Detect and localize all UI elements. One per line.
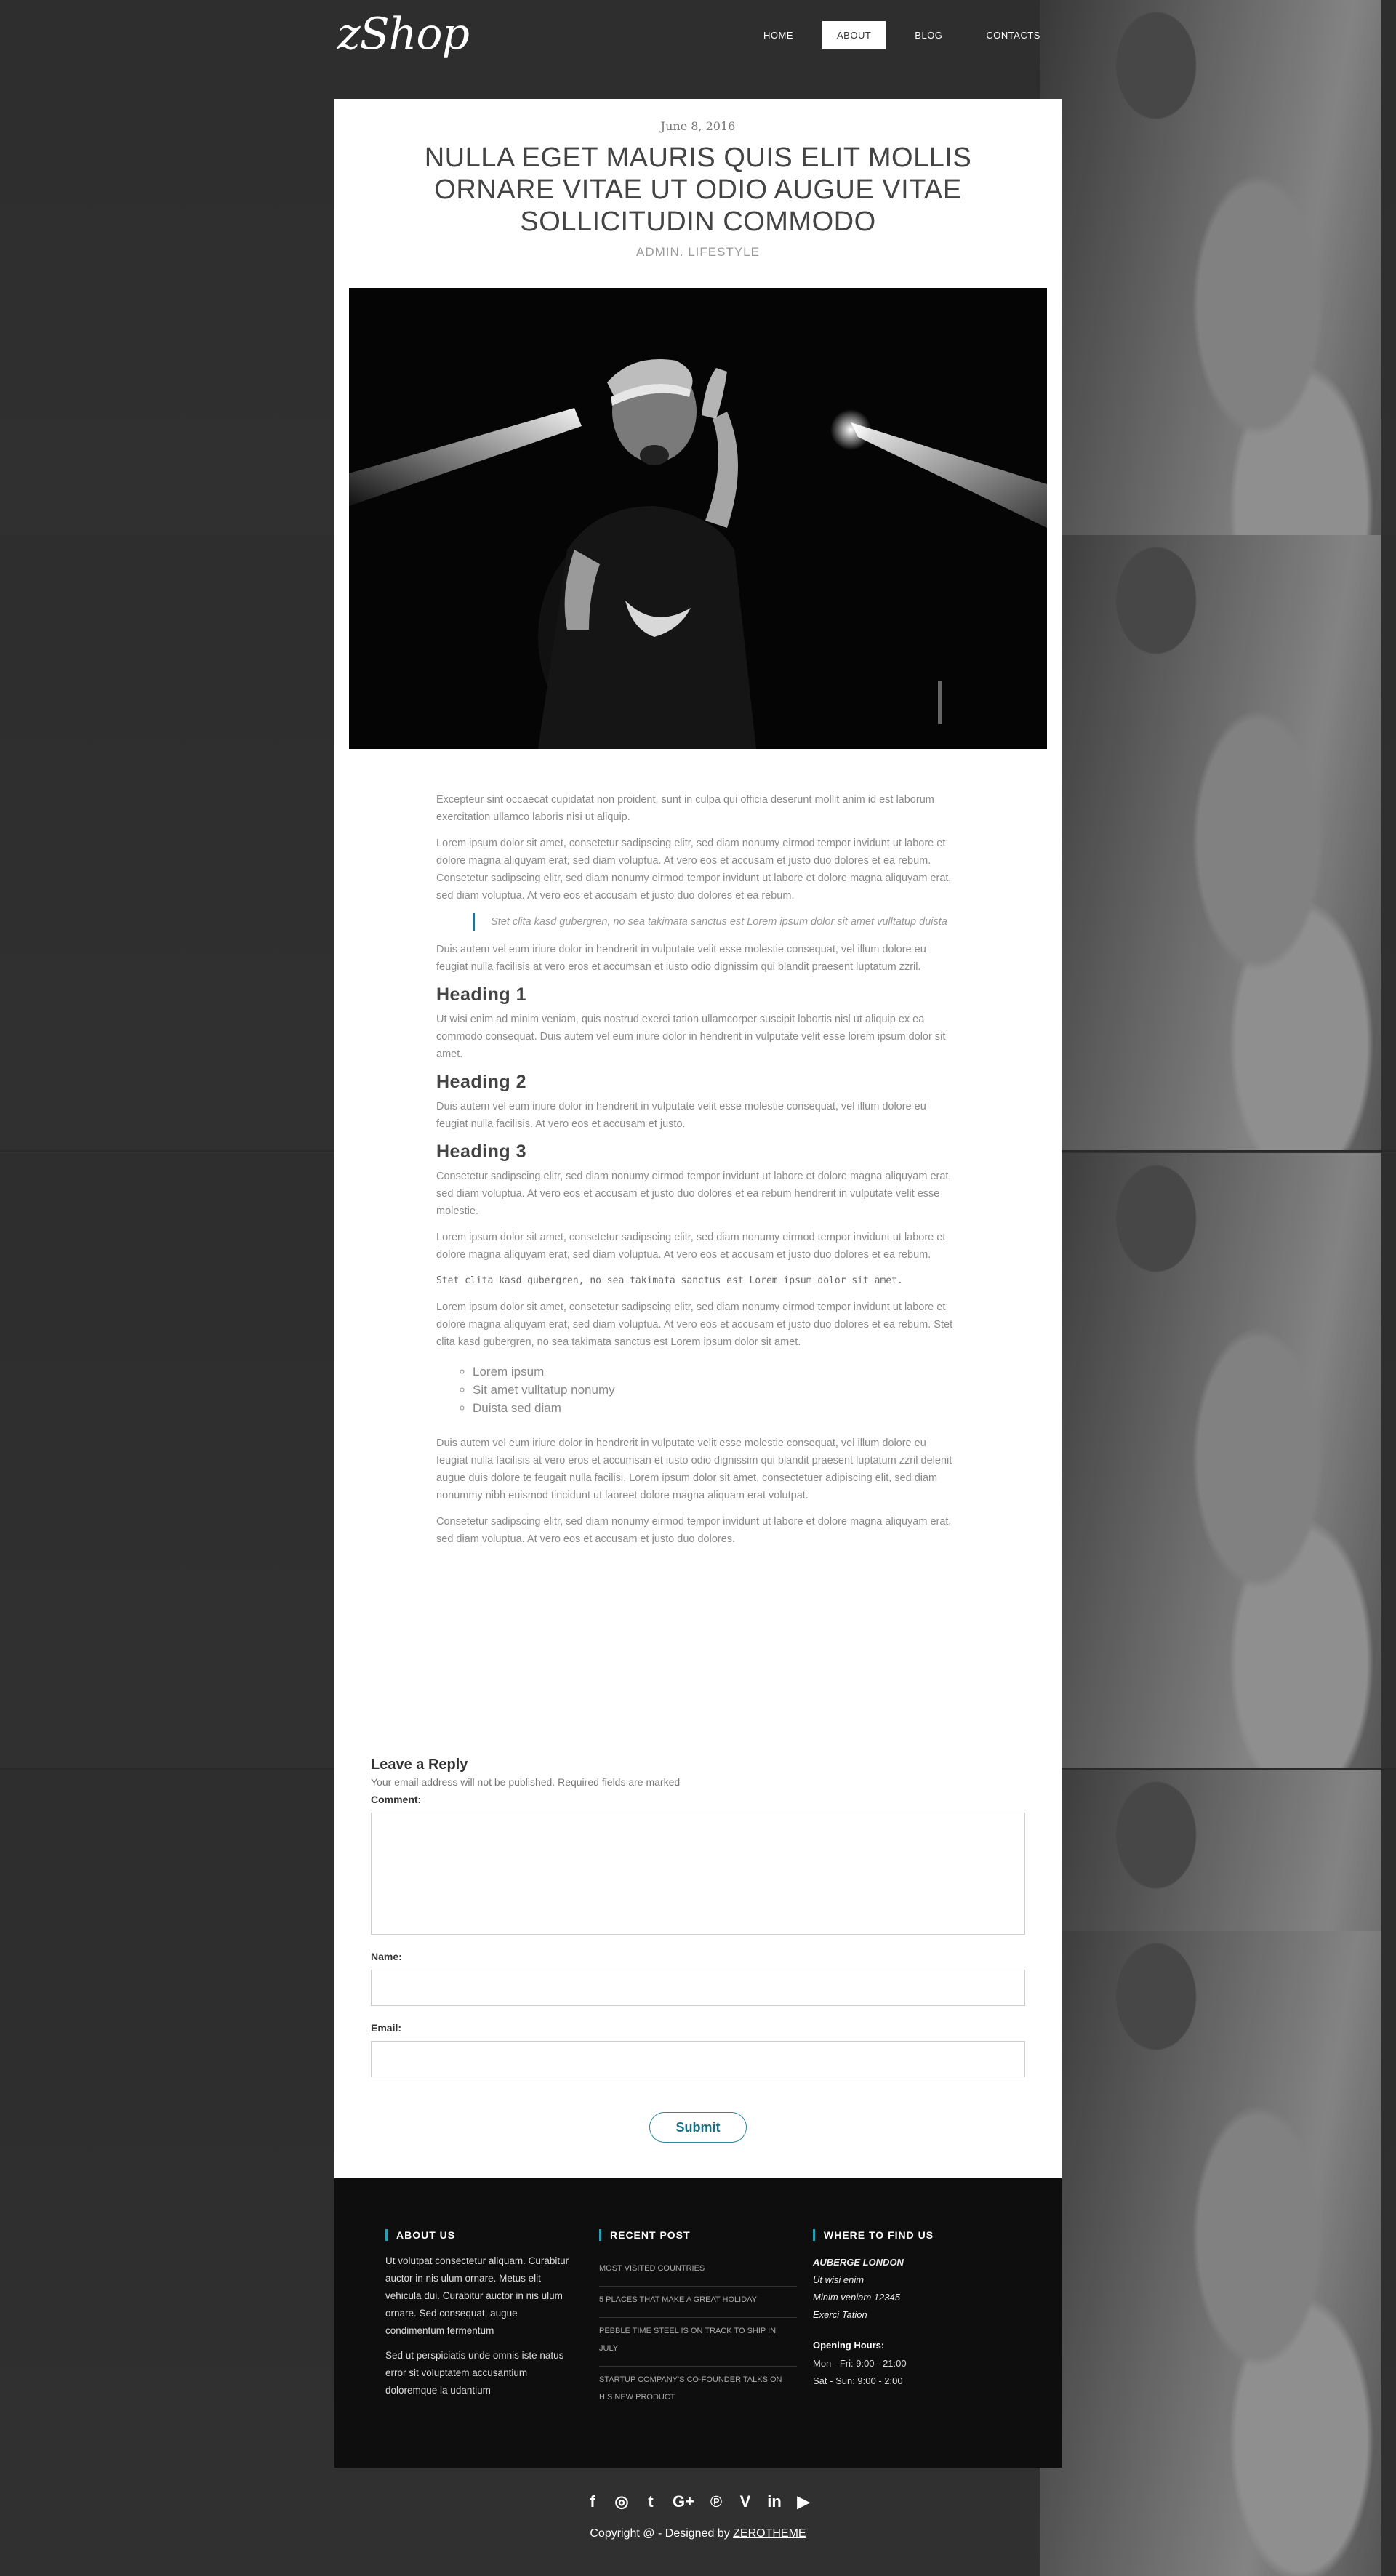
- footer-find-title: WHERE TO FIND US: [813, 2229, 1002, 2241]
- footer-about: ABOUT US Ut volutpat consectetur aliquam…: [385, 2229, 574, 2399]
- address-line: Exerci Tation: [813, 2309, 867, 2320]
- address-line: Ut wisi enim: [813, 2274, 865, 2285]
- name-label: Name:: [371, 1951, 402, 1962]
- list-item: Sit amet vulltatup nonumy: [473, 1381, 960, 1399]
- site-logo[interactable]: zShop: [337, 9, 470, 60]
- copyright: Copyright @ - Designed by ZEROTHEME: [0, 2527, 1396, 2540]
- recent-post-link[interactable]: MOST VISITED COUNTRIES: [599, 2255, 797, 2287]
- instagram-icon[interactable]: ◎: [613, 2492, 630, 2511]
- paragraph: Duis autem vel eum iriure dolor in hendr…: [436, 1437, 952, 1501]
- paragraph: Consetetur sadipscing elitr, sed diam no…: [436, 1171, 952, 1217]
- site-header: zShop HOME ABOUT BLOG CONTACTS: [0, 0, 1396, 73]
- comment-field[interactable]: [371, 1813, 1025, 1935]
- email-label: Email:: [371, 2022, 402, 2034]
- bullet-list: Lorem ipsum Sit amet vulltatup nonumy Du…: [436, 1363, 960, 1417]
- recent-post-link[interactable]: 5 PLACES THAT MAKE A GREAT HOLIDAY: [599, 2287, 797, 2318]
- submit-button[interactable]: Submit: [649, 2112, 747, 2143]
- pinterest-icon[interactable]: ℗: [707, 2492, 725, 2511]
- main-nav: HOME ABOUT BLOG CONTACTS: [749, 21, 1055, 49]
- reply-form: Leave a Reply Your email address will no…: [371, 1757, 1025, 2143]
- nav-item-blog[interactable]: BLOG: [900, 21, 957, 49]
- footer-about-text: Ut volutpat consectetur aliquam. Curabit…: [385, 2255, 569, 2336]
- list-item: Lorem ipsum: [473, 1363, 960, 1381]
- post-date: June 8, 2016: [660, 119, 736, 133]
- designer-link[interactable]: ZEROTHEME: [733, 2527, 806, 2540]
- vimeo-icon[interactable]: V: [737, 2492, 754, 2511]
- nav-item-contacts[interactable]: CONTACTS: [971, 21, 1055, 49]
- social-links: f ◎ t G+ ℗ V in ▶: [0, 2492, 1396, 2511]
- post-body: Excepteur sint occaecat cupidatat non pr…: [436, 791, 960, 1557]
- paragraph: Duis autem vel eum iriure dolor in hendr…: [436, 944, 926, 973]
- paragraph: Consetetur sadipscing elitr, sed diam no…: [436, 1516, 952, 1545]
- facebook-icon[interactable]: f: [584, 2492, 601, 2511]
- heading-2: Heading 2: [436, 1072, 526, 1092]
- paragraph: Lorem ipsum dolor sit amet, consetetur s…: [436, 1232, 946, 1261]
- hours-title: Opening Hours:: [813, 2340, 885, 2351]
- paragraph: Excepteur sint occaecat cupidatat non pr…: [436, 794, 934, 823]
- comment-label: Comment:: [371, 1794, 422, 1805]
- paragraph: Duis autem vel eum iriure dolor in hendr…: [436, 1101, 926, 1130]
- footer-widgets: ABOUT US Ut volutpat consectetur aliquam…: [334, 2178, 1062, 2468]
- name-field[interactable]: [371, 1970, 1025, 2006]
- reply-title: Leave a Reply: [371, 1757, 468, 1773]
- recent-post-link[interactable]: STARTUP COMPANY'S CO-FOUNDER TALKS ON HI…: [599, 2367, 797, 2415]
- footer-about-text: Sed ut perspiciatis unde omnis iste natu…: [385, 2350, 564, 2396]
- copyright-text: Copyright @ - Designed by: [590, 2527, 730, 2540]
- footer-recent-title: RECENT POST: [599, 2229, 797, 2241]
- youtube-icon[interactable]: ▶: [795, 2492, 812, 2511]
- nav-item-about[interactable]: ABOUT: [822, 21, 886, 49]
- footer-find-us: WHERE TO FIND US AUBERGE LONDON Ut wisi …: [813, 2229, 1002, 2390]
- heading-3: Heading 3: [436, 1141, 526, 1162]
- linkedin-icon[interactable]: in: [766, 2492, 783, 2511]
- blockquote: Stet clita kasd gubergren, no sea takima…: [473, 913, 960, 931]
- hours-line: Mon - Fri: 9:00 - 21:00: [813, 2358, 907, 2369]
- post-title: NULLA EGET MAURIS QUIS ELIT MOLLIS ORNAR…: [424, 143, 972, 237]
- footer-about-title: ABOUT US: [385, 2229, 574, 2241]
- code-line: Stet clita kasd gubergren, no sea takima…: [436, 1275, 903, 1286]
- paragraph: Ut wisi enim ad minim veniam, quis nostr…: [436, 1014, 946, 1060]
- hours-line: Sat - Sun: 9:00 - 2:00: [813, 2375, 903, 2386]
- list-item: Duista sed diam: [473, 1399, 960, 1417]
- heading-1: Heading 1: [436, 984, 526, 1005]
- email-field[interactable]: [371, 2041, 1025, 2077]
- twitter-icon[interactable]: t: [642, 2492, 659, 2511]
- recent-post-list: MOST VISITED COUNTRIES 5 PLACES THAT MAK…: [599, 2255, 797, 2415]
- post-meta[interactable]: ADMIN. LIFESTYLE: [334, 245, 1062, 260]
- post-hero-image: [349, 288, 1047, 749]
- footer-recent: RECENT POST MOST VISITED COUNTRIES 5 PLA…: [599, 2229, 797, 2415]
- nav-item-home[interactable]: HOME: [749, 21, 808, 49]
- google-plus-icon[interactable]: G+: [671, 2492, 696, 2511]
- recent-post-link[interactable]: PEBBLE TIME STEEL IS ON TRACK TO SHIP IN…: [599, 2318, 797, 2367]
- paragraph: Lorem ipsum dolor sit amet, consetetur s…: [436, 1301, 953, 1348]
- hours-block: Mon - Fri: 9:00 - 21:00 Sat - Sun: 9:00 …: [813, 2355, 1002, 2390]
- post-card: June 8, 2016 NULLA EGET MAURIS QUIS ELIT…: [334, 99, 1062, 2178]
- address-line: AUBERGE LONDON: [813, 2257, 904, 2268]
- address-block: AUBERGE LONDON Ut wisi enim Minim veniam…: [813, 2254, 1002, 2324]
- reply-note: Your email address will not be published…: [371, 1776, 681, 1788]
- paragraph: Lorem ipsum dolor sit amet, consetetur s…: [436, 838, 952, 902]
- address-line: Minim veniam 12345: [813, 2292, 900, 2303]
